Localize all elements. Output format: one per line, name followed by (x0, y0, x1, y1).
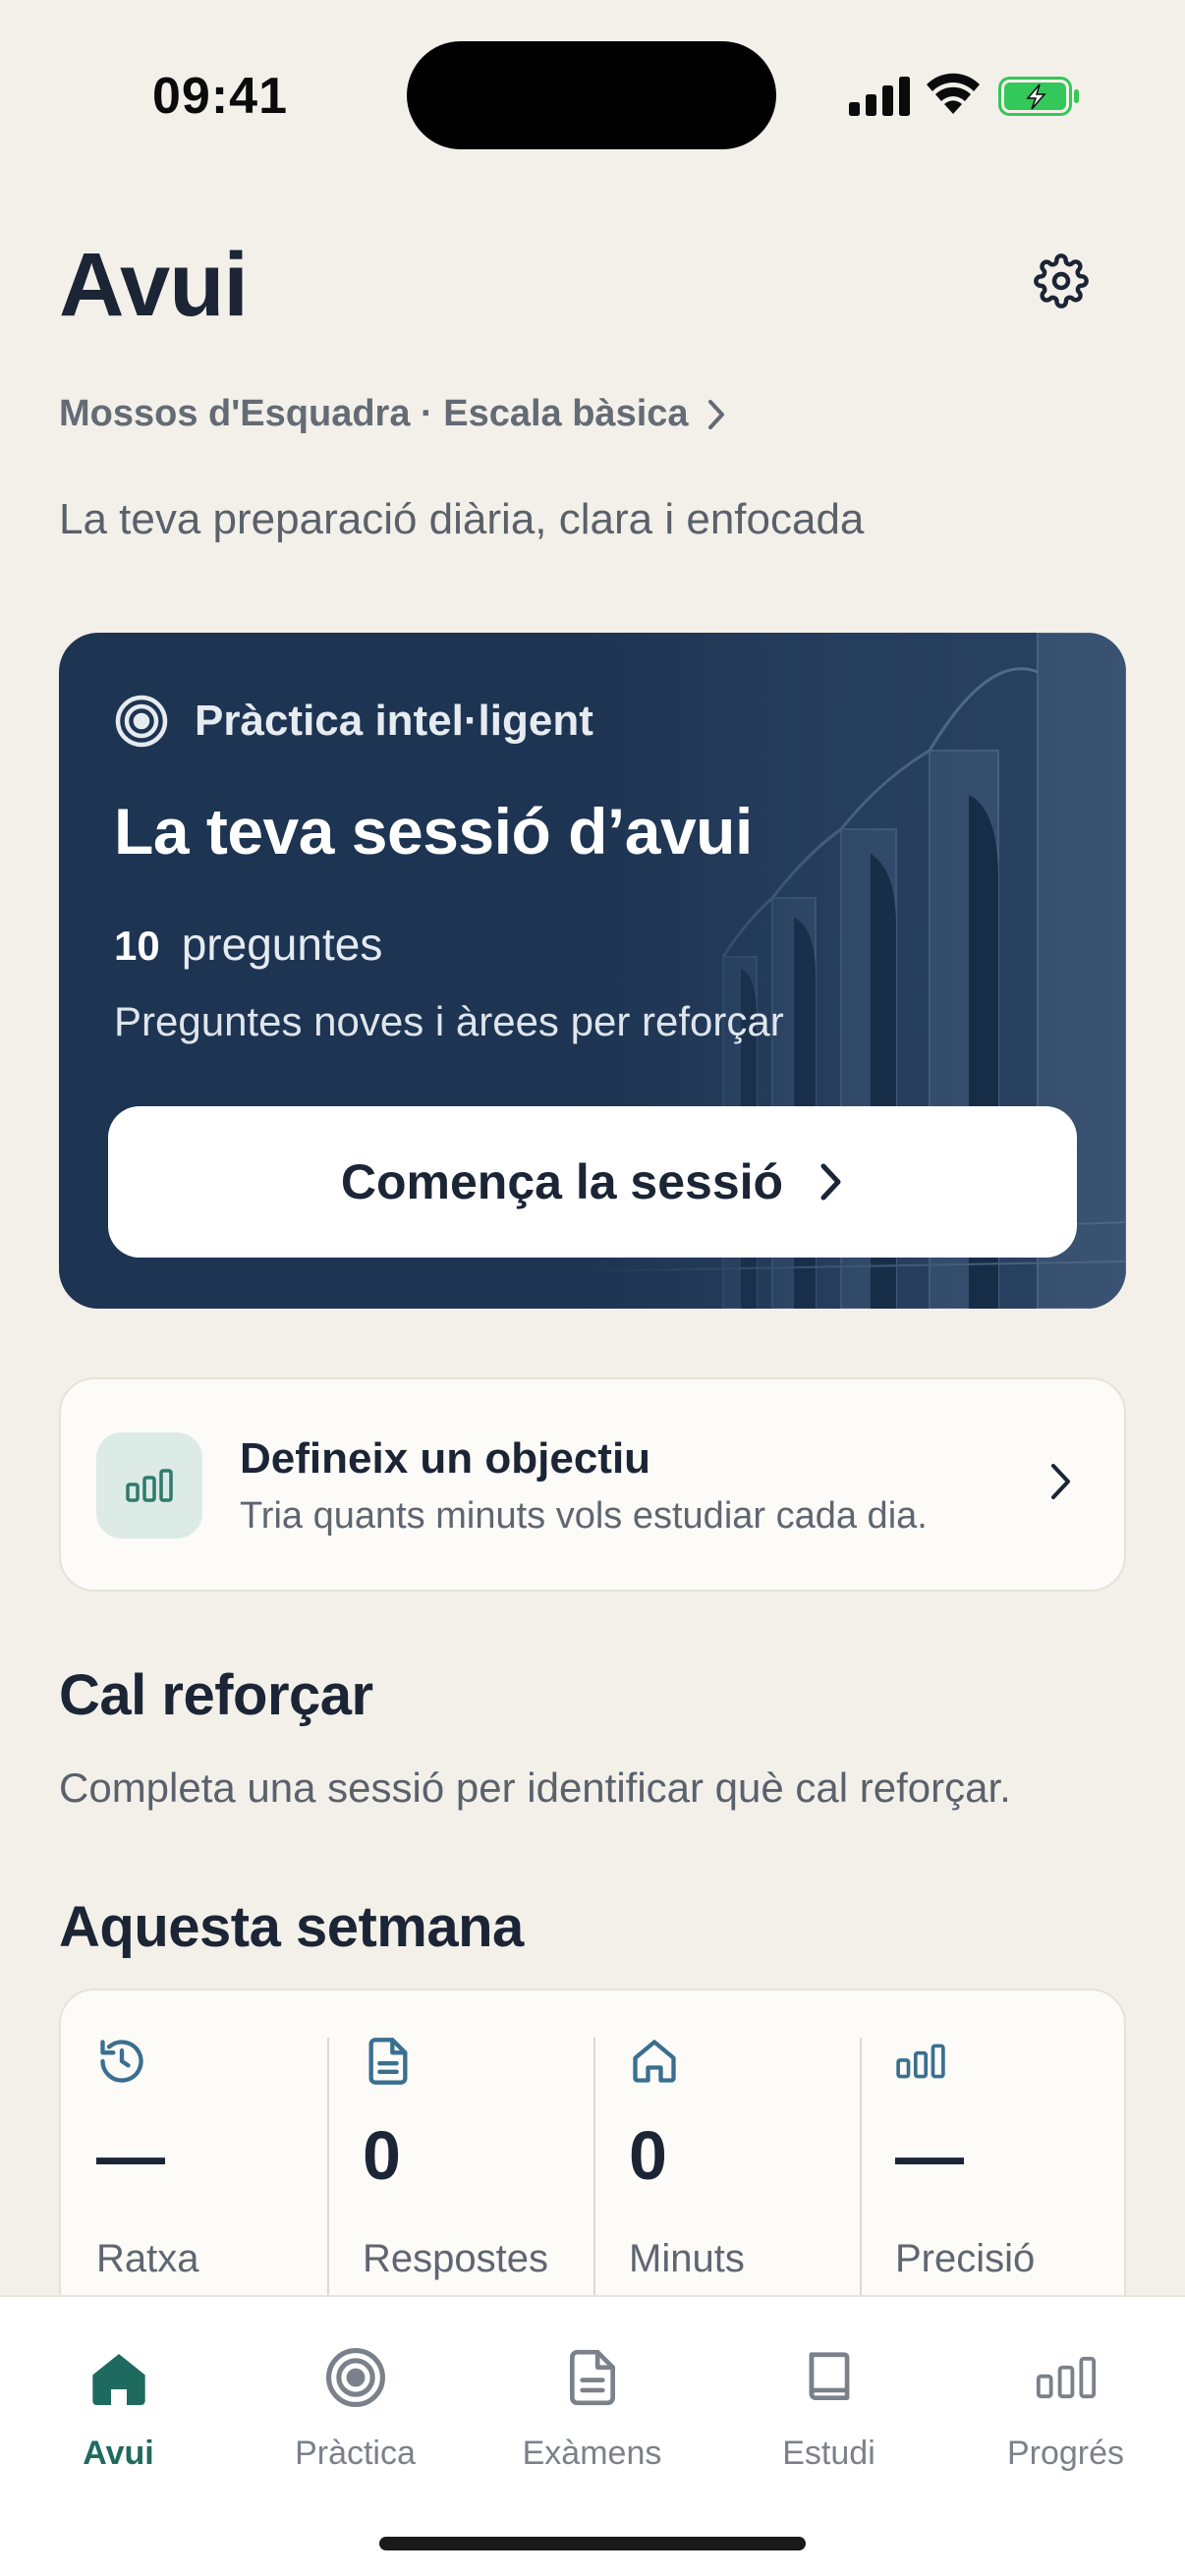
stat-label: Respostes (363, 2237, 548, 2280)
bar-chart-icon (1036, 2356, 1096, 2399)
hero-eyebrow: Pràctica intel·ligent (114, 694, 593, 749)
tab-practica[interactable]: Pràctica (237, 2342, 474, 2499)
settings-button[interactable] (1028, 248, 1095, 314)
screen: 09:41 Avui Mossos d'Esquadra · Escala bà… (0, 0, 1185, 2576)
start-session-label: Comença la sessió (340, 1154, 784, 1209)
hero-description: Preguntes noves i àrees per reforçar (114, 998, 784, 1044)
history-icon (100, 2040, 143, 2083)
bar-chart-icon (896, 2044, 945, 2079)
home-indicator (379, 2537, 806, 2550)
stat-answers: 0 Respostes (327, 2036, 593, 2330)
question-count-unit: preguntes (181, 919, 383, 970)
bar-chart-icon (126, 1469, 173, 1502)
stat-minutes: 0 Minuts (593, 2036, 860, 2330)
gear-icon (1034, 253, 1089, 308)
document-icon (569, 2349, 615, 2406)
target-icon (325, 2348, 385, 2407)
stat-label: Precisió (895, 2237, 1036, 2280)
stat-value: — (895, 2117, 964, 2194)
goal-icon-box (96, 1432, 202, 1539)
reforcar-title: Cal reforçar (59, 1663, 373, 1727)
start-session-button[interactable]: Comença la sessió (108, 1106, 1077, 1258)
tab-examens[interactable]: Exàmens (474, 2342, 710, 2499)
battery-charging-icon (998, 77, 1079, 116)
goal-description: Tria quants minuts vols estudiar cada di… (240, 1495, 928, 1537)
daily-session-card: Pràctica intel·ligent La teva sessió d’a… (59, 633, 1126, 1309)
chevron-right-icon (1051, 1464, 1070, 1499)
stat-accuracy: — Precisió (860, 2036, 1126, 2330)
breadcrumb-label: Mossos d'Esquadra · Escala bàsica (59, 393, 689, 434)
tab-avui[interactable]: Avui (0, 2342, 237, 2499)
target-icon (115, 695, 168, 748)
page-subtitle: La teva preparació diària, clara i enfoc… (59, 495, 865, 543)
tab-label: Pràctica (295, 2435, 416, 2472)
tab-progres[interactable]: Progrés (947, 2342, 1184, 2499)
tab-label: Estudi (782, 2435, 875, 2472)
breadcrumb[interactable]: Mossos d'Esquadra · Escala bàsica (59, 393, 728, 435)
question-count-value: 10 (114, 923, 160, 969)
goal-title: Defineix un objectiu (240, 1434, 651, 1483)
document-icon (368, 2038, 408, 2085)
dynamic-island (407, 41, 776, 149)
tab-bar: Avui Pràctica Exàmens Estudi Progrés (0, 2295, 1185, 2576)
status-time: 09:41 (152, 68, 288, 125)
tab-label: Exàmens (522, 2435, 662, 2472)
stat-value: 0 (363, 2117, 401, 2194)
status-bar: 09:41 (0, 0, 1185, 196)
stat-value: 0 (629, 2117, 667, 2194)
chevron-right-icon (707, 399, 724, 429)
chevron-right-icon (820, 1163, 841, 1201)
question-count: 10 preguntes (114, 918, 382, 971)
hero-eyebrow-label: Pràctica intel·ligent (195, 697, 593, 745)
tab-label: Progrés (1006, 2435, 1125, 2472)
home-icon (633, 2040, 676, 2083)
stat-value: — (96, 2117, 165, 2194)
reforcar-description: Completa una sessió per identificar què … (59, 1764, 1011, 1811)
wifi-icon (927, 73, 980, 114)
tab-label: Avui (83, 2435, 154, 2472)
cellular-signal-icon (849, 77, 910, 116)
page-title: Avui (59, 235, 249, 335)
set-goal-card[interactable]: Defineix un objectiu Tria quants minuts … (59, 1377, 1126, 1592)
home-icon (91, 2354, 145, 2405)
hero-title: La teva sessió d’avui (114, 795, 753, 868)
week-title: Aquesta setmana (59, 1895, 524, 1959)
stat-label: Minuts (629, 2237, 745, 2280)
stat-streak: — Ratxa actual (61, 2036, 327, 2333)
tab-estudi[interactable]: Estudi (710, 2342, 947, 2499)
book-icon (809, 2352, 849, 2400)
